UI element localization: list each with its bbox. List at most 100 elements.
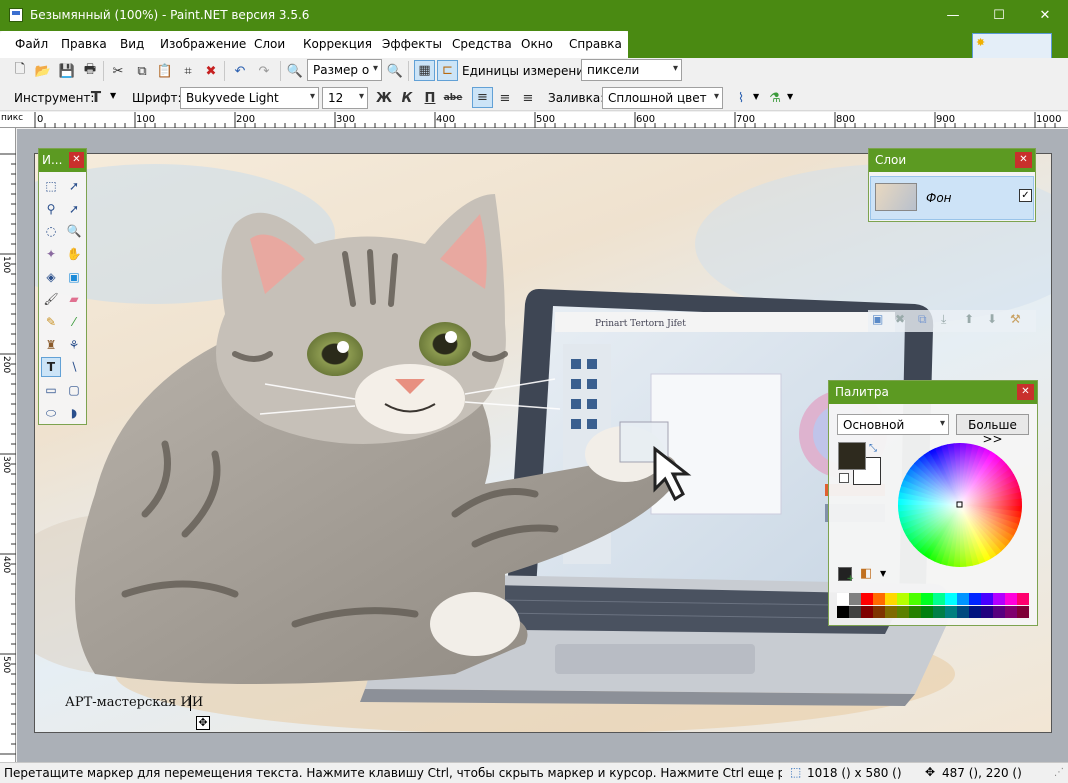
palette-swatch[interactable] (873, 606, 885, 618)
palette-swatch[interactable] (957, 606, 969, 618)
menu-window[interactable]: Окно (521, 37, 553, 51)
palette-swatch[interactable] (873, 593, 885, 605)
zoom-combo[interactable]: Размер о ▾ (307, 59, 382, 81)
move-layer-down-icon[interactable]: ⬇ (987, 312, 997, 326)
menu-file[interactable]: Файл (15, 37, 48, 51)
palette-swatch[interactable] (1005, 593, 1017, 605)
deselect-icon[interactable]: ✖ (201, 61, 221, 81)
menu-help[interactable]: Справка (569, 37, 622, 51)
palette-swatch[interactable] (1017, 593, 1029, 605)
crop-icon[interactable]: ⌗ (178, 61, 198, 81)
pan-icon[interactable]: ✋ (64, 244, 84, 264)
add-color-icon[interactable]: + (838, 567, 854, 584)
freeform-shape-icon[interactable]: ◗ (64, 403, 84, 423)
line-curve-icon[interactable]: ∖ (64, 357, 84, 377)
palette-swatch[interactable] (969, 593, 981, 605)
lasso-icon[interactable]: ⚲ (41, 199, 61, 219)
print-icon[interactable]: 🖶 (80, 61, 100, 81)
color-picker-icon[interactable]: ⁄ (64, 312, 84, 332)
zoom-in-icon[interactable]: 🔍 (385, 61, 405, 81)
resize-grip-icon[interactable]: ⋰ (1054, 767, 1064, 778)
fill-combo[interactable]: Сплошной цвет ▾ (602, 87, 723, 109)
palette-swatch[interactable] (933, 593, 945, 605)
add-layer-icon[interactable]: ▣ (872, 312, 883, 326)
recolor-icon[interactable]: ⚘ (64, 335, 84, 355)
ellipse-select-icon[interactable]: ◌ (41, 221, 61, 241)
rectangle-select-icon[interactable]: ⬚ (41, 176, 61, 196)
layer-properties-icon[interactable]: ⚒ (1010, 312, 1021, 326)
font-size-combo[interactable]: 12 ▾ (322, 87, 368, 109)
rounded-rectangle-icon[interactable]: ▢ (64, 380, 84, 400)
palette-menu-icon[interactable]: ◧ (860, 566, 872, 581)
maximize-button[interactable]: ☐ (976, 0, 1022, 31)
palette-swatch[interactable] (897, 606, 909, 618)
layer-row[interactable]: Фон ✓ (870, 176, 1034, 220)
palette-swatch[interactable] (981, 593, 993, 605)
paintbrush-icon[interactable]: 🖌 (41, 289, 61, 309)
align-right-icon[interactable]: ≡ (518, 88, 538, 108)
palette-swatch[interactable] (945, 606, 957, 618)
menu-edit[interactable]: Правка (61, 37, 107, 51)
tools-window-close-button[interactable]: ✕ (69, 152, 84, 168)
paint-bucket-icon[interactable]: ◈ (41, 267, 61, 287)
zoom-out-icon[interactable]: 🔍 (285, 61, 305, 81)
palette-swatch[interactable] (909, 606, 921, 618)
text-tool-icon[interactable]: T (41, 357, 61, 377)
palette-swatch[interactable] (897, 593, 909, 605)
strikethrough-button[interactable]: abe (443, 88, 463, 108)
swap-colors-icon[interactable]: ⤡ (869, 443, 877, 454)
move-selection-icon[interactable]: ➚ (64, 176, 84, 196)
paste-icon[interactable]: 📋 (155, 61, 175, 81)
layers-window-close-button[interactable]: ✕ (1015, 152, 1032, 168)
chevron-down-icon[interactable]: ▼ (753, 92, 759, 101)
palette-swatch[interactable] (933, 606, 945, 618)
close-button[interactable]: ✕ (1022, 0, 1068, 31)
antialias-icon[interactable]: ⌇ (731, 88, 751, 108)
pencil-icon[interactable]: ✎ (41, 312, 61, 332)
palette-swatch[interactable] (909, 593, 921, 605)
chevron-down-icon[interactable]: ▼ (110, 91, 116, 100)
menu-effects[interactable]: Эффекты (382, 37, 442, 51)
minimize-button[interactable]: — (930, 0, 976, 31)
bold-button[interactable]: Ж (374, 88, 394, 108)
cut-icon[interactable]: ✂ (108, 61, 128, 81)
underline-button[interactable]: П (420, 88, 440, 108)
move-layer-up-icon[interactable]: ⬆ (964, 312, 974, 326)
clone-stamp-icon[interactable]: ♜ (41, 335, 61, 355)
menu-adjustments[interactable]: Коррекция (303, 37, 372, 51)
move-handle-icon[interactable]: ✥ (196, 716, 210, 730)
palette-swatch[interactable] (1017, 606, 1029, 618)
palette-swatch[interactable] (945, 593, 957, 605)
palette-window-header[interactable]: Палитра (829, 381, 1037, 404)
palette-swatch[interactable] (837, 593, 849, 605)
palette-mode-combo[interactable]: Основной ▾ (837, 414, 949, 435)
palette-swatch[interactable] (993, 593, 1005, 605)
rectangle-shape-icon[interactable]: ▭ (41, 380, 61, 400)
palette-swatch[interactable] (885, 606, 897, 618)
redo-icon[interactable]: ↷ (254, 61, 274, 81)
palette-swatch[interactable] (969, 606, 981, 618)
align-left-icon[interactable]: ≡ (472, 87, 493, 108)
grid-icon[interactable]: ▦ (414, 60, 435, 81)
palette-swatch[interactable] (981, 606, 993, 618)
delete-layer-icon[interactable]: ✖ (895, 312, 905, 326)
palette-swatch[interactable] (921, 606, 933, 618)
menu-layers[interactable]: Слои (254, 37, 285, 51)
menu-view[interactable]: Вид (120, 37, 144, 51)
layer-visible-checkbox[interactable]: ✓ (1019, 189, 1032, 202)
save-icon[interactable]: 💾 (57, 61, 77, 81)
copy-icon[interactable]: ⧉ (132, 61, 152, 81)
menu-utilities[interactable]: Средства (452, 37, 512, 51)
font-combo[interactable]: Bukyvede Light ▾ (180, 87, 319, 109)
rulers-icon[interactable]: ⊏ (437, 60, 458, 81)
new-icon[interactable]: 🗋 (10, 61, 30, 81)
menu-image[interactable]: Изображение (160, 37, 246, 51)
merge-layer-icon[interactable]: ⤓ (941, 312, 946, 327)
palette-swatch[interactable] (849, 606, 861, 618)
more-button[interactable]: Больше >> (956, 414, 1029, 446)
ellipse-shape-icon[interactable]: ⬭ (41, 403, 61, 423)
layers-window-header[interactable]: Слои (869, 149, 1035, 172)
chevron-down-icon[interactable]: ▼ (880, 569, 886, 578)
italic-button[interactable]: К (397, 88, 417, 108)
duplicate-layer-icon[interactable]: ⧉ (918, 312, 927, 327)
